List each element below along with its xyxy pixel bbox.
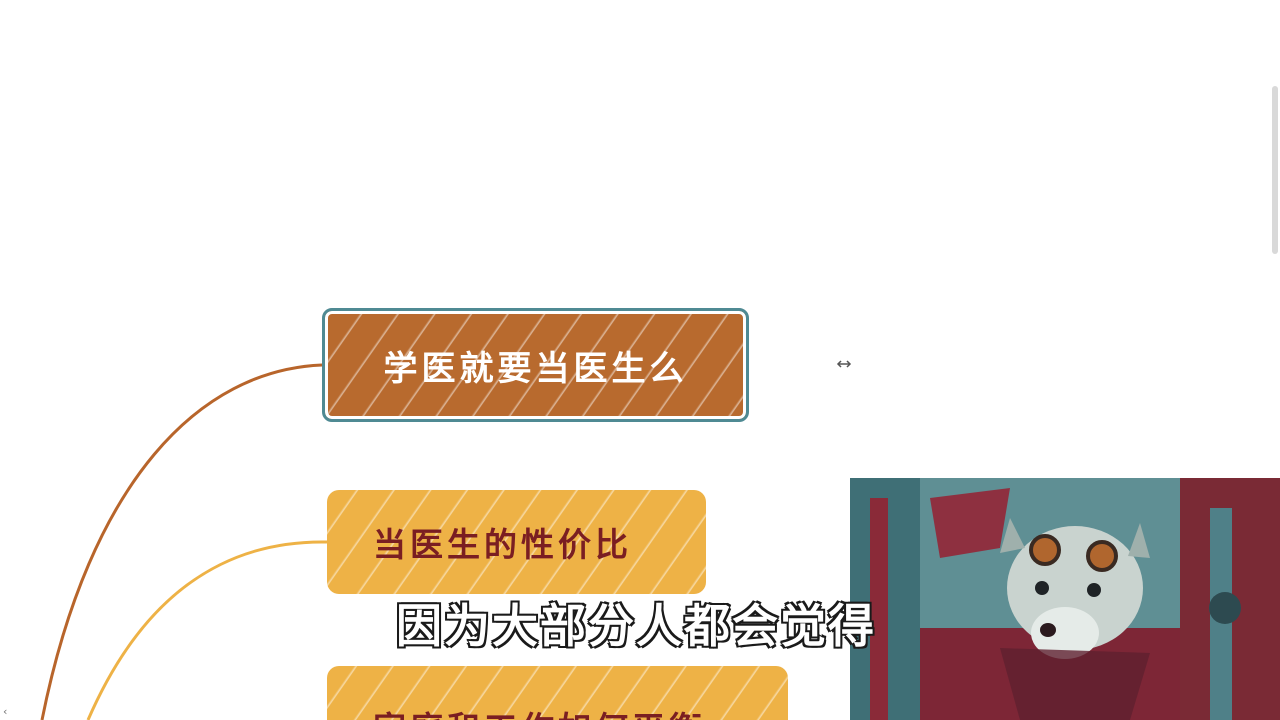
video-frame-image [850, 478, 1280, 720]
child-node-label: 家庭和工作如何平衡 [373, 702, 706, 720]
branch-child-1 [86, 540, 328, 720]
child-node-label: 当医生的性价比 [373, 525, 632, 564]
mindmap-child-node-work-life[interactable]: 家庭和工作如何平衡 [327, 666, 788, 720]
mindmap-child-node-cost-benefit[interactable]: 当医生的性价比 [327, 490, 706, 594]
vertical-scrollbar[interactable] [1272, 86, 1278, 254]
resize-horizontal-cursor-icon [836, 358, 852, 370]
video-subtitle: 因为大部分人都会觉得 [395, 598, 876, 654]
presenter-video-overlay [850, 478, 1280, 720]
chevron-left-icon[interactable]: ‹ [3, 705, 7, 718]
branch-root [40, 363, 323, 720]
mindmap-canvas[interactable]: 学医就要当医生么 当医生的性价比 家庭和工作如何平衡 [0, 0, 1280, 720]
mindmap-root-node[interactable]: 学医就要当医生么 [322, 308, 749, 422]
root-node-label: 学医就要当医生么 [383, 348, 688, 389]
